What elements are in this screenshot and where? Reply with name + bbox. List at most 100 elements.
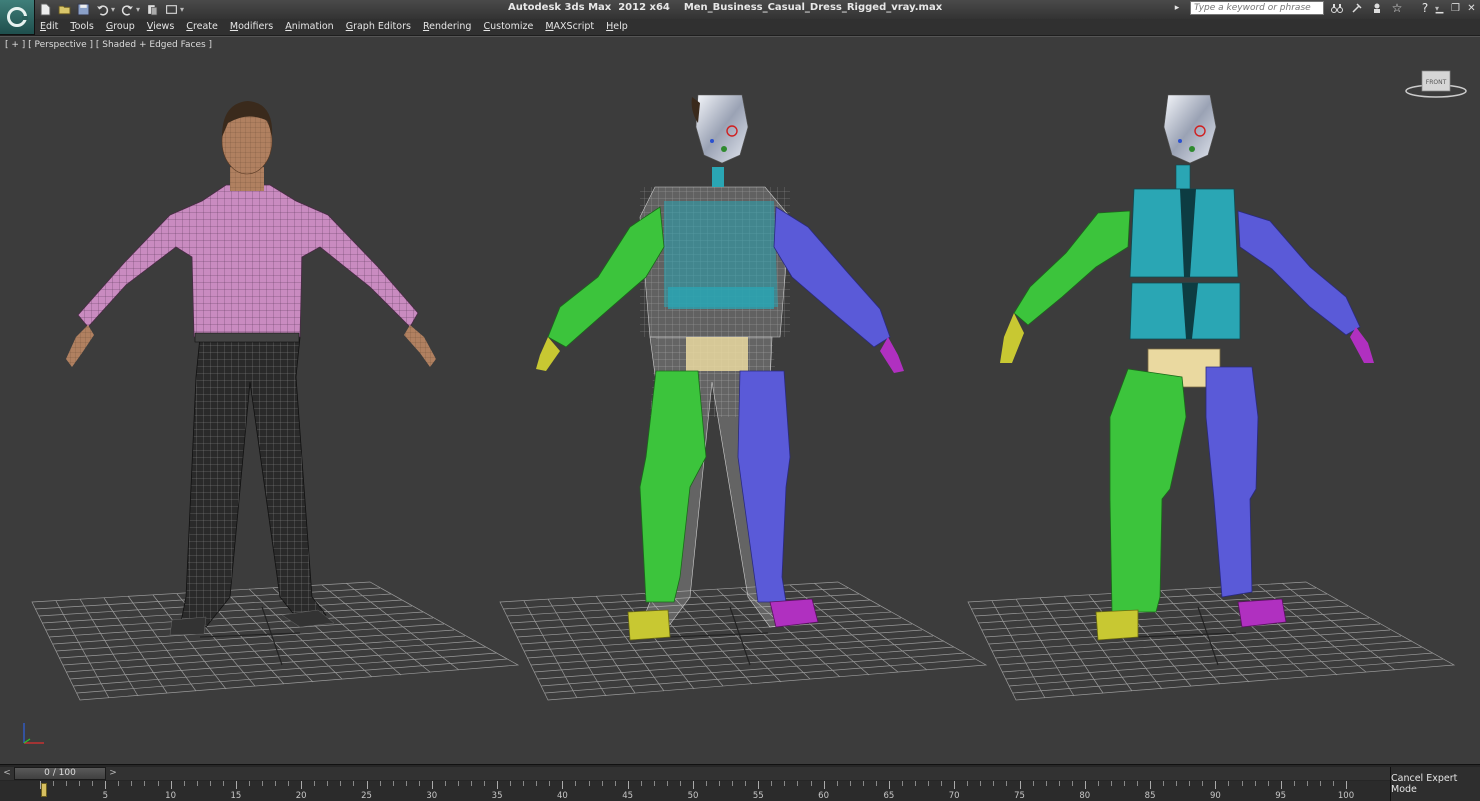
frame-tick — [484, 781, 486, 786]
favorites-star-icon[interactable]: ☆ — [1390, 1, 1404, 15]
frame-tick — [536, 781, 538, 786]
frame-tick — [353, 781, 355, 786]
frame-tick — [1097, 781, 1099, 786]
frame-tick — [444, 781, 446, 786]
frame-tick — [706, 781, 708, 786]
frame-tick — [1137, 781, 1139, 786]
menu-views[interactable]: Views — [141, 19, 181, 35]
menu-label: ustomize — [490, 21, 534, 32]
frame-tick — [497, 781, 499, 789]
menu-modifiers[interactable]: Modifiers — [224, 19, 279, 35]
restore-icon[interactable]: ❐ — [1449, 2, 1462, 15]
menu-rendering[interactable]: Rendering — [417, 19, 478, 35]
frame-tick — [118, 781, 120, 786]
undo-dropdown-icon[interactable]: ▾ — [111, 5, 115, 14]
frame-tick — [1202, 781, 1204, 786]
frame-tick — [797, 781, 799, 786]
frame-tick — [327, 781, 329, 786]
frame-tick — [601, 781, 603, 786]
application-button[interactable] — [0, 0, 35, 35]
frame-tick — [980, 781, 982, 786]
menu-tools[interactable]: Tools — [64, 19, 99, 35]
menu-edit[interactable]: Edit — [34, 19, 64, 35]
frame-tick — [875, 781, 877, 786]
close-icon[interactable]: ✕ — [1465, 2, 1478, 15]
undo-icon[interactable] — [95, 2, 109, 16]
frame-tick — [196, 781, 198, 786]
frame-tick — [640, 781, 642, 786]
frame-tick — [340, 781, 342, 786]
help-icon[interactable]: ? — [1418, 1, 1432, 15]
search-expand-icon[interactable]: ▸ — [1170, 1, 1184, 15]
character-mesh-figure[interactable] — [66, 101, 436, 636]
frame-tick — [379, 781, 381, 786]
frame-tick — [1176, 781, 1178, 786]
frame-tick — [653, 781, 655, 786]
menu-customize[interactable]: Customize — [477, 19, 539, 35]
menu-animation[interactable]: Animation — [279, 19, 339, 35]
time-slider-next-button[interactable]: > — [108, 767, 118, 780]
character-rig-skeleton-figure[interactable] — [1000, 94, 1374, 641]
open-file-icon[interactable] — [57, 2, 71, 16]
menu-group[interactable]: Group — [100, 19, 141, 35]
frame-tick — [666, 781, 668, 786]
frame-tick — [745, 781, 747, 786]
binoculars-icon[interactable] — [1330, 1, 1344, 15]
frame-tick — [405, 781, 407, 786]
frame-tick — [1293, 781, 1295, 786]
cancel-expert-mode-button[interactable]: Cancel Expert Mode — [1390, 767, 1480, 801]
viewcube[interactable]: FRONT — [1404, 65, 1468, 101]
frame-tick — [967, 781, 969, 786]
menu-mnemonic: M — [229, 21, 239, 32]
dropdown-icon[interactable]: ▾ — [180, 5, 184, 14]
time-slider[interactable]: < 0 / 100 > — [0, 767, 1390, 780]
new-file-icon[interactable] — [38, 2, 52, 16]
redo-icon[interactable] — [120, 2, 134, 16]
frame-tick — [549, 781, 551, 786]
frame-tick — [105, 781, 107, 789]
frame-tick — [1346, 781, 1347, 789]
frame-ruler[interactable]: 5 10 15 20 25 30 35 40 45 50 55 60 65 70 75 80 85 90 95 100 — [40, 781, 1384, 801]
frame-tick — [1215, 781, 1217, 789]
perspective-viewport[interactable]: [ + ] [ Perspective ] [ Shaded + Edged F… — [0, 36, 1480, 764]
frame-tick — [288, 781, 290, 786]
frame-tick — [862, 781, 864, 786]
frame-tick — [144, 781, 146, 786]
window-crossing-icon[interactable] — [164, 2, 178, 16]
menu-maxscript[interactable]: MAXScript — [539, 19, 600, 35]
grid-floor-1 — [31, 581, 520, 701]
frame-tick — [209, 781, 211, 786]
menu-graph-editors[interactable]: Graph Editors — [340, 19, 417, 35]
frame-tick — [1084, 781, 1086, 789]
frame-tick — [1163, 781, 1165, 786]
frame-tick — [1110, 781, 1112, 786]
scene-canvas[interactable] — [0, 37, 1480, 765]
menu-create[interactable]: Create — [180, 19, 224, 35]
window-title: Autodesk 3ds Max 2012 x64 Men_Business_C… — [508, 2, 943, 13]
status-bar: < 0 / 100 > 5 10 15 20 25 30 35 40 45 50 55 60 65 70 7… — [0, 764, 1480, 801]
time-slider-prev-button[interactable]: < — [2, 767, 12, 780]
menu-label: ools — [74, 21, 94, 32]
subscription-icon[interactable] — [1370, 1, 1384, 15]
time-slider-thumb[interactable]: 0 / 100 — [14, 767, 106, 780]
frame-tick — [1254, 781, 1256, 786]
menu-label: dit — [46, 21, 59, 32]
menu-bar: Edit Tools Group Views Create Modifiers Animat… — [34, 19, 1480, 35]
redo-dropdown-icon[interactable]: ▾ — [136, 5, 140, 14]
frame-tick — [1189, 781, 1191, 786]
menu-mnemonic: C — [186, 21, 193, 32]
frame-tick — [941, 781, 943, 786]
frame-tick — [771, 781, 773, 786]
track-bar[interactable]: 5 10 15 20 25 30 35 40 45 50 55 60 65 70 75 80 85 90 95 100 — [0, 781, 1390, 801]
frame-tick — [275, 781, 277, 786]
minimize-icon[interactable]: ▁ — [1433, 2, 1446, 15]
menu-help[interactable]: Help — [600, 19, 634, 35]
character-rig-overlay-figure[interactable] — [536, 94, 904, 641]
communication-center-icon[interactable] — [1350, 1, 1364, 15]
frame-tick — [758, 781, 760, 789]
menu-label: reate — [192, 21, 218, 32]
search-input[interactable] — [1190, 1, 1324, 15]
hold-icon[interactable] — [145, 2, 159, 16]
frame-tick — [1150, 781, 1152, 789]
save-icon[interactable] — [76, 2, 90, 16]
